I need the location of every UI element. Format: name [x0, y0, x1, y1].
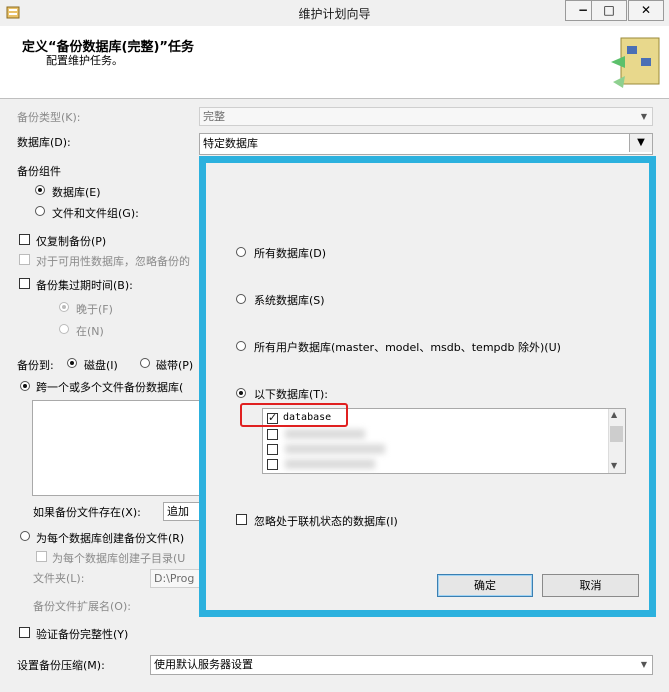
create-subdir-checkbox — [36, 551, 47, 562]
chevron-down-icon: ▼ — [640, 660, 648, 669]
ok-button[interactable]: 确定 — [437, 574, 533, 597]
verify-checkbox[interactable] — [19, 627, 30, 638]
create-subdir-label: 为每个数据库创建子目录(U — [52, 552, 186, 565]
if-exists-label: 如果备份文件存在(X): — [33, 506, 141, 519]
verify-label: 验证备份完整性(Y) — [36, 628, 129, 641]
close-button[interactable]: ✕ — [628, 0, 664, 21]
backup-set-expire-label: 备份集过期时间(B): — [36, 279, 133, 292]
database-item-checkbox[interactable] — [267, 444, 278, 455]
compression-label: 设置备份压缩(M): — [17, 659, 105, 672]
database-label: 数据库(D): — [17, 136, 71, 149]
list-scrollbar[interactable]: ▲ ▼ — [608, 409, 625, 473]
chevron-up-icon[interactable]: ▲ — [611, 410, 617, 419]
scroll-thumb[interactable] — [610, 426, 623, 442]
availability-db-checkbox — [19, 254, 30, 265]
radio-component-files[interactable] — [35, 206, 45, 216]
wizard-header: 定义“备份数据库(完整)”任务 配置维护任务。 — [0, 26, 669, 99]
radio-later — [59, 302, 69, 312]
dropdown-arrow-icon[interactable]: ▼ — [629, 134, 652, 152]
backup-type-label: 备份类型(K): — [17, 111, 81, 124]
compression-select[interactable]: 使用默认服务器设置 ▼ — [150, 655, 653, 675]
span-files-label: 跨一个或多个文件备份数据库( — [36, 381, 184, 394]
backup-set-expire-checkbox[interactable] — [19, 278, 30, 289]
tape-label: 磁带(P) — [156, 359, 194, 372]
radio-system-databases[interactable] — [236, 294, 246, 304]
chevron-down-icon: ▼ — [640, 112, 648, 121]
availability-db-label: 对于可用性数据库，忽略备份的 — [36, 255, 190, 268]
compression-value: 使用默认服务器设置 — [154, 658, 253, 671]
on-label: 在(N) — [76, 325, 104, 338]
later-label: 晚于(F) — [76, 303, 113, 316]
cancel-button[interactable]: 取消 — [542, 574, 639, 597]
chevron-down-icon[interactable]: ▼ — [611, 461, 617, 470]
folder-label: 文件夹(L): — [33, 572, 85, 585]
highlight-box — [240, 403, 348, 427]
radio-tape[interactable] — [140, 358, 150, 368]
all-user-databases-label: 所有用户数据库(master、model、msdb、tempdb 除外)(U) — [254, 341, 561, 354]
radio-all-databases[interactable] — [236, 247, 246, 257]
radio-on — [59, 324, 69, 334]
redacted-item — [285, 429, 365, 439]
radio-these-databases[interactable] — [236, 388, 246, 398]
radio-create-per-db[interactable] — [20, 531, 30, 541]
database-item-checkbox[interactable] — [267, 459, 278, 470]
backup-to-label: 备份到: — [17, 359, 54, 372]
radio-span-files[interactable] — [20, 381, 30, 391]
radio-all-user-databases[interactable] — [236, 341, 246, 351]
copy-only-label: 仅复制备份(P) — [36, 235, 107, 248]
if-exists-select[interactable]: 追加 — [163, 502, 200, 521]
backup-component-label: 备份组件 — [17, 165, 61, 178]
component-database-label: 数据库(E) — [52, 186, 101, 199]
page-subtitle: 配置维护任务。 — [46, 54, 123, 67]
backup-type-select: 完整 ▼ — [199, 107, 653, 126]
radio-disk[interactable] — [67, 358, 77, 368]
redacted-item — [285, 459, 375, 469]
radio-component-database[interactable] — [35, 185, 45, 195]
these-databases-label: 以下数据库(T): — [254, 388, 329, 401]
ignore-offline-checkbox[interactable] — [236, 514, 247, 525]
extension-label: 备份文件扩展名(O): — [33, 600, 131, 613]
system-databases-label: 系统数据库(S) — [254, 294, 325, 307]
database-item-checkbox[interactable] — [267, 429, 278, 440]
database-selection-popup: 所有数据库(D) 系统数据库(S) 所有用户数据库(master、model、m… — [199, 156, 656, 617]
wizard-icon — [607, 32, 665, 92]
folder-input: D:\Prog — [150, 569, 200, 588]
ignore-offline-label: 忽略处于联机状态的数据库(I) — [254, 515, 398, 528]
copy-only-checkbox[interactable] — [19, 234, 30, 245]
create-per-db-label: 为每个数据库创建备份文件(R) — [36, 532, 185, 545]
database-select-value: 特定数据库 — [203, 137, 258, 150]
title-bar: 维护计划向导 − □ ✕ — [0, 0, 669, 27]
backup-type-value: 完整 — [203, 110, 225, 123]
redacted-item — [285, 444, 385, 454]
database-select[interactable]: 特定数据库 ▼ — [199, 133, 653, 155]
component-files-label: 文件和文件组(G): — [52, 207, 139, 220]
disk-label: 磁盘(I) — [84, 359, 118, 372]
backup-files-list[interactable] — [32, 400, 202, 496]
maximize-button[interactable]: □ — [591, 0, 627, 21]
all-databases-label: 所有数据库(D) — [254, 247, 327, 260]
popup-panel: 所有数据库(D) 系统数据库(S) 所有用户数据库(master、model、m… — [206, 163, 649, 610]
